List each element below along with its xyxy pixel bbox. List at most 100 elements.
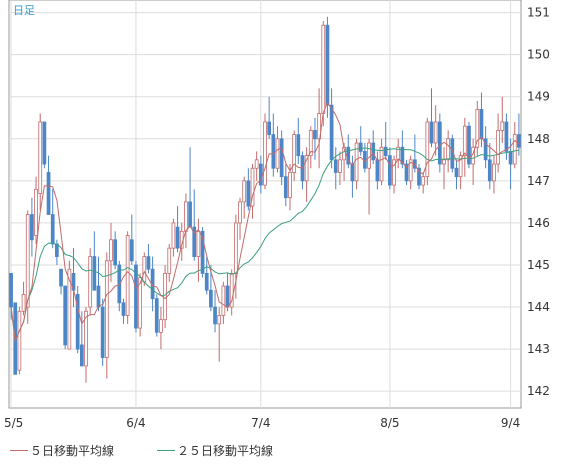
x-tick-labels: 5/5 6/4 7/4 8/5 9/4: [4, 416, 520, 430]
candlestick-chart: 142 143 144 145 146 147 148 149 150 151 5/5 6/4 7/4…: [0, 0, 574, 462]
candle-down: [383, 146, 388, 157]
candle-up: [433, 121, 438, 144]
candle-down: [437, 121, 442, 165]
candle-up: [88, 256, 93, 308]
candle-down: [375, 159, 380, 182]
candle-down: [96, 285, 101, 308]
candle-up: [288, 172, 292, 199]
y-tick-label: 142: [527, 384, 550, 398]
candle-up: [512, 134, 517, 165]
candle-down: [92, 256, 97, 291]
candle-down: [59, 268, 63, 287]
candle-up: [338, 159, 342, 173]
candle-down: [121, 302, 126, 316]
candle-up: [221, 285, 226, 316]
candle-down: [487, 159, 492, 182]
x-tick-label: 8/5: [380, 416, 399, 430]
candle-down: [50, 214, 55, 245]
candle-down: [517, 134, 521, 148]
candle-up: [263, 121, 267, 186]
candle-up: [159, 319, 163, 333]
chart-svg: 142 143 144 145 146 147 148 149 150 151 5/5 6/4 7/4…: [4, 0, 550, 430]
candle-down: [154, 298, 159, 333]
candle-down: [175, 226, 180, 249]
candle-up: [292, 134, 296, 173]
candle-down: [9, 273, 13, 308]
candle-down: [350, 163, 355, 182]
candle-up: [21, 294, 26, 312]
x-tick-label: 6/4: [126, 416, 145, 430]
candle-down: [46, 172, 51, 215]
candle-up: [217, 315, 222, 325]
candle-up: [234, 222, 238, 274]
y-tick-label: 146: [527, 216, 550, 230]
y-tick-label: 143: [527, 342, 550, 356]
candle-down: [225, 285, 230, 308]
candle-down: [325, 24, 330, 106]
candle-up: [462, 125, 467, 157]
x-tick-label: 9/4: [501, 416, 520, 430]
candle-down: [313, 129, 317, 140]
candle-up: [34, 188, 38, 236]
candle-down: [129, 239, 134, 262]
candle-down: [113, 239, 118, 266]
candle-up: [492, 163, 496, 182]
candle-down: [296, 134, 301, 157]
candle-up: [125, 235, 130, 316]
candle-down: [333, 159, 338, 173]
legend-swatch-ma5: [10, 450, 28, 451]
candle-up: [500, 121, 505, 131]
legend-swatch-ma25: [157, 450, 175, 451]
candle-down: [283, 176, 288, 199]
chart-legend: ５日移動平均線 ２５日移動平均線: [0, 437, 574, 462]
y-tick-labels: 142 143 144 145 146 147 148 149 150 151: [527, 6, 550, 399]
candle-down: [479, 108, 484, 140]
candle-up: [421, 176, 426, 186]
candle-down: [429, 121, 434, 144]
candle-up: [167, 247, 172, 274]
candle-down: [63, 285, 68, 346]
candle-up: [446, 138, 451, 161]
legend-label-ma5: ５日移動平均線: [30, 444, 115, 458]
candle-up: [184, 201, 188, 232]
candle-down: [79, 344, 84, 367]
candle-up: [196, 230, 201, 257]
y-tick-label: 144: [527, 300, 550, 314]
candle-up: [109, 239, 113, 262]
legend-label-ma25: ２５日移動平均線: [177, 444, 274, 458]
candle-down: [454, 167, 459, 178]
candle-down: [204, 273, 209, 291]
y-tick-label: 150: [527, 48, 550, 62]
legend-item-ma25: ２５日移動平均線: [157, 442, 273, 459]
candle-up: [496, 129, 500, 165]
candle-up: [442, 159, 446, 165]
candle-down: [188, 201, 192, 228]
candle-down: [271, 134, 276, 169]
legend-item-ma5: ５日移動平均線: [10, 442, 114, 459]
candle-down: [267, 121, 272, 135]
candle-up: [17, 310, 22, 371]
y-tick-label: 145: [527, 258, 550, 272]
candle-up: [242, 180, 247, 203]
x-tick-label: 5/5: [4, 416, 23, 430]
candle-down: [209, 289, 213, 308]
candle-down: [100, 306, 105, 358]
period-label: 日足: [13, 4, 35, 17]
candle-up: [425, 121, 430, 178]
candle-down: [30, 214, 34, 241]
candle-up: [238, 201, 242, 224]
candle-down: [279, 138, 284, 178]
candle-up: [25, 214, 30, 308]
candle-up: [38, 121, 43, 194]
candle-down: [329, 104, 334, 161]
candle-down: [504, 121, 509, 152]
candle-down: [508, 151, 513, 165]
candle-up: [379, 146, 384, 182]
candle-down: [258, 163, 263, 186]
candle-down: [42, 121, 47, 165]
candle-down: [246, 180, 251, 207]
y-tick-label: 151: [527, 6, 550, 20]
candle-down: [388, 155, 392, 186]
candle-down: [55, 243, 59, 257]
x-tick-label: 7/4: [251, 416, 270, 430]
